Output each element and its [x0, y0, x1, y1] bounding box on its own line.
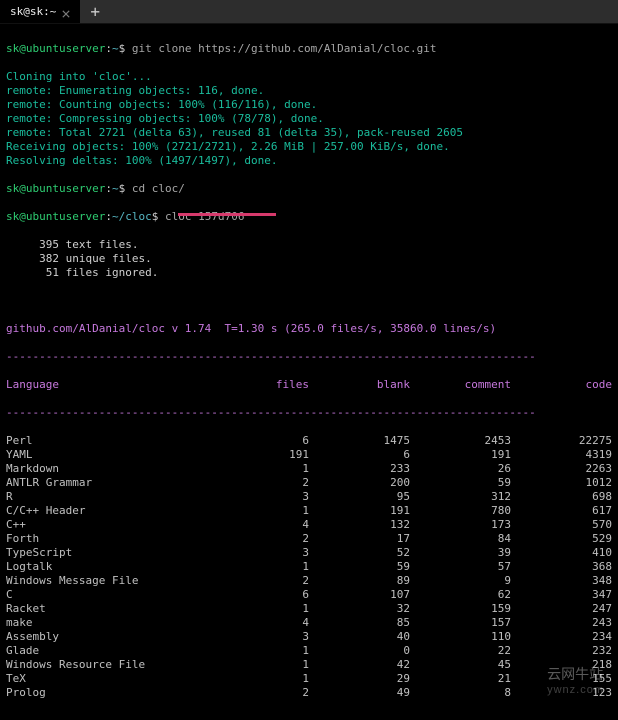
- table-row: YAML19161914319: [6, 448, 612, 462]
- git-output-line: remote: Compressing objects: 100% (78/78…: [6, 112, 612, 126]
- cloc-header-row: Language files blank comment code: [6, 378, 612, 392]
- cloc-table-body: Perl61475245322275YAML19161914319Markdow…: [6, 434, 612, 700]
- close-icon[interactable]: [62, 8, 70, 16]
- table-row: Markdown1233262263: [6, 462, 612, 476]
- table-row: TeX12921155: [6, 672, 612, 686]
- cloc-table: Language files blank comment code: [6, 378, 612, 392]
- table-row: ANTLR Grammar2200591012: [6, 476, 612, 490]
- git-output-line: Resolving deltas: 100% (1497/1497), done…: [6, 154, 612, 168]
- table-row: TypeScript35239410: [6, 546, 612, 560]
- git-output-line: Receiving objects: 100% (2721/2721), 2.2…: [6, 140, 612, 154]
- table-row: C/C++ Header1191780617: [6, 504, 612, 518]
- table-row: Assembly340110234: [6, 630, 612, 644]
- table-row: Glade1022232: [6, 644, 612, 658]
- table-row: R395312698: [6, 490, 612, 504]
- tab-label: sk@sk:~: [10, 5, 56, 18]
- table-row: C610762347: [6, 588, 612, 602]
- table-row: make485157243: [6, 616, 612, 630]
- highlight-underline: [178, 213, 276, 216]
- table-row: Prolog2498123: [6, 686, 612, 700]
- table-row: C++4132173570: [6, 518, 612, 532]
- terminal-tab-1[interactable]: sk@sk:~: [0, 0, 80, 23]
- table-row: Forth21784529: [6, 532, 612, 546]
- git-output-line: Cloning into 'cloc'...: [6, 70, 612, 84]
- git-output-line: remote: Total 2721 (delta 63), reused 81…: [6, 126, 612, 140]
- table-row: Windows Resource File14245218: [6, 658, 612, 672]
- git-output-line: remote: Counting objects: 100% (116/116)…: [6, 98, 612, 112]
- table-row: Perl61475245322275: [6, 434, 612, 448]
- table-row: Logtalk15957368: [6, 560, 612, 574]
- table-row: Windows Message File2899348: [6, 574, 612, 588]
- terminal-output[interactable]: sk@ubuntuserver:~$ git clone https://git…: [0, 24, 618, 720]
- cloc-summary-line: 382 unique files.: [6, 252, 612, 266]
- table-row: Racket132159247: [6, 602, 612, 616]
- git-output-line: remote: Enumerating objects: 116, done.: [6, 84, 612, 98]
- watermark: 云网牛站 ywnz.com: [547, 664, 604, 696]
- new-tab-button[interactable]: +: [80, 2, 110, 21]
- cloc-divider-top: ----------------------------------------…: [6, 350, 612, 364]
- tab-bar: sk@sk:~ +: [0, 0, 618, 24]
- cloc-summary-line: 395 text files.: [6, 238, 612, 252]
- cloc-meta: github.com/AlDanial/cloc v 1.74 T=1.30 s…: [6, 322, 612, 336]
- cloc-summary-line: 51 files ignored.: [6, 266, 612, 280]
- cloc-divider-mid: ----------------------------------------…: [6, 406, 612, 420]
